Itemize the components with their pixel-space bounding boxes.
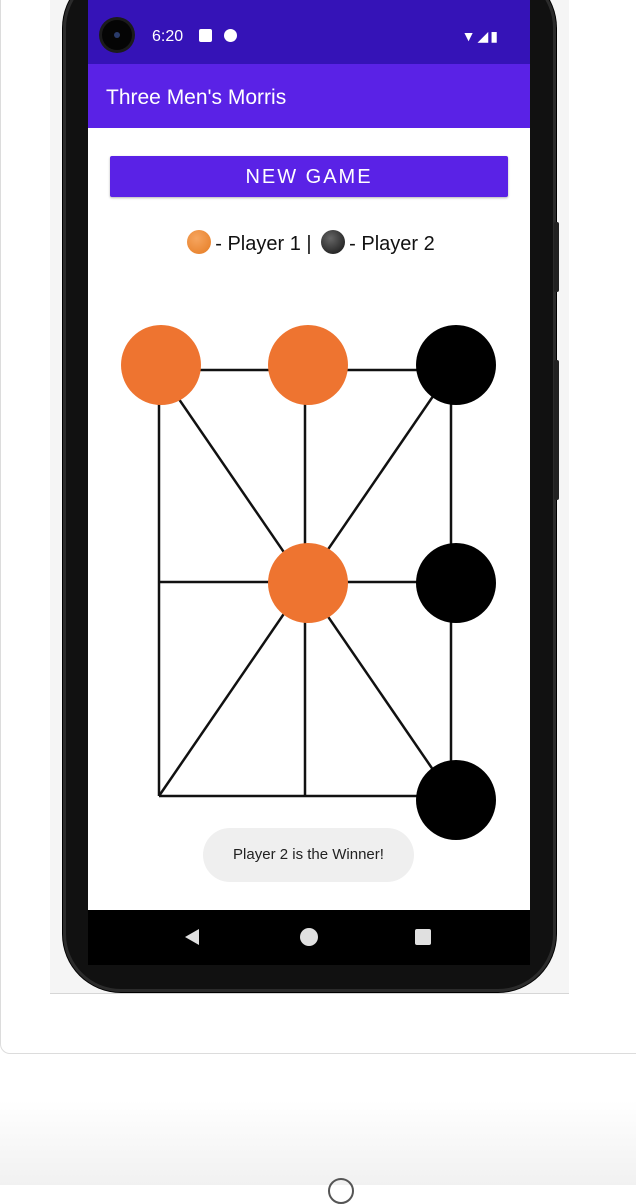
player2-piece[interactable] <box>416 760 496 840</box>
board-cell-empty[interactable] <box>121 543 201 623</box>
app-bar: Three Men's Morris <box>88 64 530 128</box>
notification-icon-2 <box>224 29 237 42</box>
navigation-bar <box>88 910 530 965</box>
signal-battery-icons: ▼◢▮ <box>461 28 500 44</box>
player1-dot-icon <box>187 230 212 254</box>
recents-icon[interactable] <box>415 929 431 945</box>
player1-piece[interactable] <box>268 543 348 623</box>
player2-piece[interactable] <box>416 325 496 405</box>
player-legend: - Player 1 | - Player 2 <box>88 230 530 256</box>
status-bar: 6:20 ▼◢▮ <box>88 0 530 64</box>
player2-label: - Player 2 <box>349 233 435 255</box>
player1-label: - Player 1 | <box>215 233 312 255</box>
home-icon[interactable] <box>300 928 318 946</box>
winner-toast: Player 2 is the Winner! <box>203 828 414 882</box>
app-title: Three Men's Morris <box>106 86 287 109</box>
notification-icon <box>199 29 212 42</box>
bottom-panel <box>0 1100 636 1185</box>
new-game-button[interactable]: NEW GAME <box>110 156 508 197</box>
player2-piece[interactable] <box>416 543 496 623</box>
camera-icon <box>102 20 132 50</box>
phone-screen: 6:20 ▼◢▮ Three Men's Morris NEW GAME - P… <box>88 0 530 910</box>
volume-button <box>554 222 559 292</box>
power-button <box>554 360 559 500</box>
player1-piece[interactable] <box>121 325 201 405</box>
bottom-button-icon[interactable] <box>328 1178 354 1204</box>
board-cell-empty[interactable] <box>121 760 201 840</box>
back-icon[interactable] <box>185 929 199 945</box>
status-time: 6:20 <box>152 28 184 45</box>
player2-dot-icon <box>321 230 346 254</box>
player1-piece[interactable] <box>268 325 348 405</box>
game-board <box>121 325 496 840</box>
pieces <box>121 325 496 840</box>
